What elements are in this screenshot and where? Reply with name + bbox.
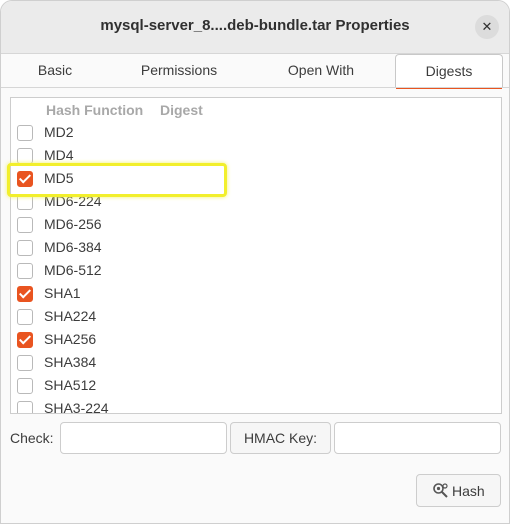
digest-checkbox[interactable] (17, 286, 33, 302)
digest-row[interactable]: SHA224 (11, 306, 501, 329)
hash-button-label: Hash (452, 483, 485, 499)
tab-label: Basic (37, 62, 73, 78)
highlight-box (7, 163, 227, 197)
digest-checkbox[interactable] (17, 263, 33, 279)
digest-checkbox[interactable] (17, 401, 33, 413)
digest-name: MD6-512 (44, 262, 102, 278)
digest-row[interactable]: SHA256 (11, 329, 501, 352)
digest-checkbox[interactable] (17, 217, 33, 233)
digest-name: MD2 (44, 124, 74, 140)
digest-name: SHA512 (44, 377, 97, 393)
digest-checkbox[interactable] (17, 355, 33, 371)
digest-name: SHA224 (44, 308, 97, 324)
digest-checkbox[interactable] (17, 148, 33, 164)
digest-checkbox[interactable] (17, 240, 33, 256)
tab-bar: Basic Permissions Open With Digests (1, 54, 509, 89)
close-button[interactable]: ✕ (475, 15, 499, 39)
digest-row[interactable]: SHA512 (11, 375, 501, 398)
tab-label: Digests (425, 63, 473, 79)
digest-name: SHA256 (44, 331, 97, 347)
digest-checkbox[interactable] (17, 125, 33, 141)
digest-row[interactable]: MD6-256 (11, 214, 501, 237)
magnifier-gears-icon (433, 483, 448, 498)
digest-row[interactable]: MD6-384 (11, 237, 501, 260)
column-header-digest[interactable]: Digest (160, 102, 203, 118)
hmac-key-input[interactable] (334, 422, 501, 454)
digest-checkbox[interactable] (17, 332, 33, 348)
close-icon: ✕ (481, 19, 493, 34)
check-input[interactable] (60, 422, 227, 454)
digest-row[interactable]: MD2 (11, 122, 501, 145)
tab-open-with[interactable]: Open With (265, 54, 377, 87)
digest-name: SHA384 (44, 354, 97, 370)
tab-divider (1, 87, 509, 88)
tab-label: Permissions (140, 62, 218, 78)
digest-list[interactable]: Hash Function Digest MD2 MD4 MD5 MD6-224 MD6… (10, 97, 502, 414)
digest-checkbox[interactable] (17, 309, 33, 325)
digest-name: SHA3-224 (44, 400, 109, 414)
column-header-hash-function[interactable]: Hash Function (46, 102, 143, 118)
digest-row[interactable]: SHA384 (11, 352, 501, 375)
digest-row[interactable]: SHA3-224 (11, 398, 501, 414)
tab-permissions[interactable]: Permissions (125, 54, 233, 87)
window-title: mysql-server_8....deb-bundle.tar Propert… (100, 17, 410, 34)
tab-basic[interactable]: Basic (3, 54, 107, 87)
tab-digests[interactable]: Digests (395, 54, 503, 89)
check-label: Check: (10, 430, 54, 446)
digest-checkbox[interactable] (17, 378, 33, 394)
digest-row[interactable]: MD6-512 (11, 260, 501, 283)
properties-dialog: mysql-server_8....deb-bundle.tar Propert… (0, 0, 510, 524)
hmac-key-button[interactable]: HMAC Key: (230, 422, 331, 454)
hash-button[interactable]: Hash (416, 474, 501, 507)
title-bar: mysql-server_8....deb-bundle.tar Propert… (1, 1, 509, 54)
digest-name: MD6-256 (44, 216, 102, 232)
tab-label: Open With (287, 62, 355, 78)
digest-row[interactable]: SHA1 (11, 283, 501, 306)
digest-name: MD6-384 (44, 239, 102, 255)
digest-name: SHA1 (44, 285, 81, 301)
digest-name: MD4 (44, 147, 74, 163)
